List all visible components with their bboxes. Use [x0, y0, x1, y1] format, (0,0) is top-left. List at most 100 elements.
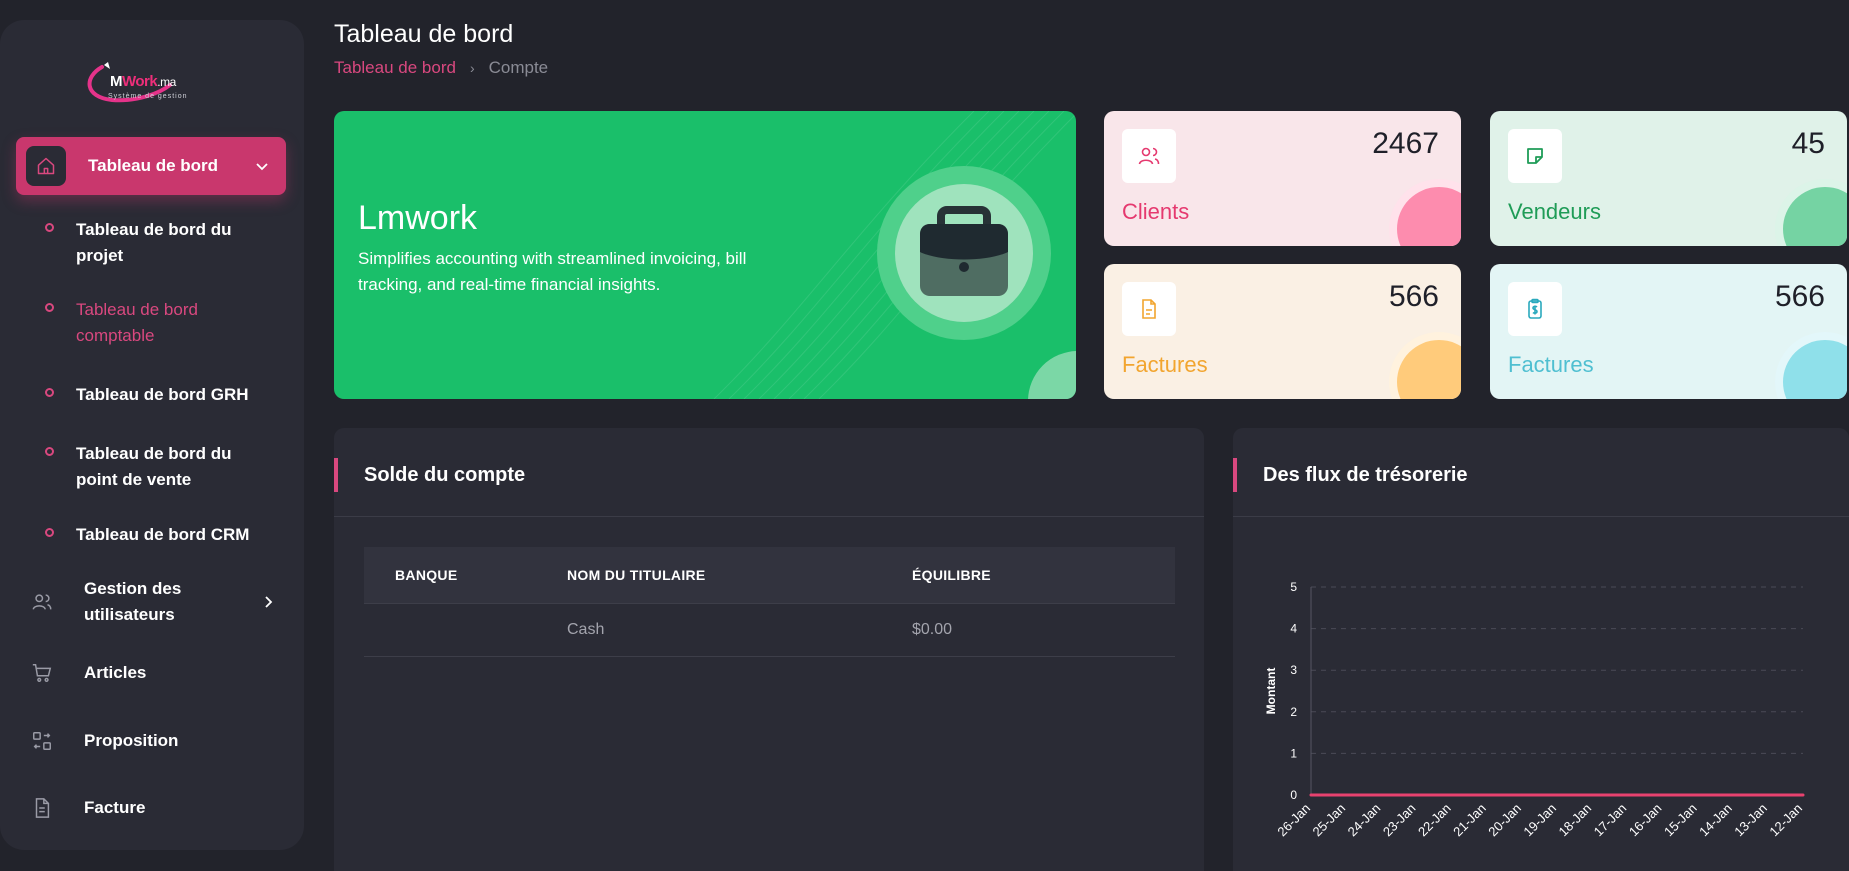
data-point [1379, 793, 1383, 797]
stat-card-vendeurs[interactable]: 45 Vendeurs [1490, 111, 1847, 246]
sidebar-item-proposition[interactable]: Proposition [30, 728, 280, 754]
clipboard-dollar-icon [1508, 282, 1562, 336]
data-point [1590, 793, 1594, 797]
data-point [1801, 793, 1805, 797]
column-header[interactable]: NOM DU TITULAIRE [567, 567, 912, 583]
table-header: BANQUE NOM DU TITULAIRE ÉQUILIBRE [364, 547, 1175, 603]
x-tick-label: 24-Jan [1345, 801, 1384, 840]
y-axis-label: Montant [1264, 668, 1278, 715]
x-tick-label: 22-Jan [1415, 801, 1454, 840]
x-tick-label: 26-Jan [1274, 801, 1313, 840]
data-point [1344, 793, 1348, 797]
x-tick-label: 19-Jan [1520, 801, 1559, 840]
bullet-icon [45, 223, 54, 232]
data-point [1696, 793, 1700, 797]
sidebar-item-users[interactable]: Gestion des utilisateurs [30, 576, 280, 628]
sidebar-subitem-hr[interactable]: Tableau de bord GRH [45, 382, 265, 408]
stat-label: Vendeurs [1508, 199, 1601, 224]
data-point [1660, 793, 1664, 797]
sidebar-subitem-pos[interactable]: Tableau de bord du point de vente [45, 441, 265, 493]
breadcrumb-root-link[interactable]: Tableau de bord [334, 58, 456, 78]
breadcrumb-current: Compte [488, 58, 549, 77]
stat-label: Factures [1122, 352, 1208, 377]
column-header[interactable]: ÉQUILIBRE [912, 567, 1175, 583]
stat-label: Clients [1122, 199, 1190, 224]
stat-blob-decoration [1389, 179, 1461, 246]
stat-value: 45 [1791, 127, 1825, 160]
logo-text: MWork.ma [110, 73, 176, 90]
table-cell: Cash [567, 621, 605, 638]
y-tick-label: 2 [1290, 705, 1297, 719]
stat-blob-decoration [1775, 332, 1847, 399]
x-tick-label: 15-Jan [1661, 801, 1700, 840]
x-tick-label: 12-Jan [1766, 801, 1805, 840]
x-tick-label: 13-Jan [1731, 801, 1770, 840]
chevron-right-icon [265, 596, 273, 608]
stat-card-factures[interactable]: 566 Factures [1104, 264, 1461, 399]
chevron-down-icon [256, 163, 268, 171]
data-point [1625, 793, 1629, 797]
data-point [1414, 793, 1418, 797]
page-title: Tableau de bord [334, 20, 514, 48]
users-icon [1122, 129, 1176, 183]
sidebar-item-label: Gestion des utilisateurs [84, 579, 182, 624]
x-tick-label: 21-Jan [1450, 801, 1489, 840]
column-header[interactable]: BANQUE [364, 567, 567, 583]
exchange-icon [30, 729, 54, 753]
account-balance-panel: Solde du compte BANQUE NOM DU TITULAIRE … [334, 428, 1204, 871]
x-tick-label: 17-Jan [1591, 801, 1630, 840]
breadcrumb: Tableau de bord › Compte [334, 58, 548, 78]
divider [334, 516, 1204, 517]
bullet-icon [45, 528, 54, 537]
stat-label: Factures [1508, 352, 1594, 377]
sidebar-subitem-label: Tableau de bord du point de vente [76, 444, 232, 489]
bullet-icon [45, 388, 54, 397]
briefcase-icon [877, 166, 1051, 340]
stat-card-clients[interactable]: 2467 Clients [1104, 111, 1461, 246]
logo-tagline: Système de gestion [108, 93, 188, 100]
stat-card-factures-2[interactable]: 566 Factures [1490, 264, 1847, 399]
data-point [1309, 793, 1313, 797]
stat-value: 566 [1774, 280, 1825, 313]
sidebar-subitem-accounting[interactable]: Tableau de bord comptable [45, 297, 265, 349]
x-tick-label: 16-Jan [1626, 801, 1665, 840]
stat-value: 566 [1388, 280, 1439, 313]
breadcrumb-separator: › [469, 60, 475, 76]
y-tick-label: 0 [1290, 788, 1297, 802]
data-point [1450, 793, 1454, 797]
sidebar-item-label: Articles [84, 663, 147, 682]
sidebar-item-facture[interactable]: Facture [30, 795, 280, 821]
sidebar-subitem-label: Tableau de bord GRH [76, 385, 249, 404]
panel-title: Solde du compte [334, 458, 525, 492]
sidebar-subitem-label: Tableau de bord CRM [76, 525, 250, 544]
data-point [1520, 793, 1524, 797]
cart-icon [30, 661, 54, 685]
x-tick-label: 25-Jan [1310, 801, 1349, 840]
sidebar-item-dashboard[interactable]: Tableau de bord [16, 137, 286, 195]
stat-blob-decoration [1775, 179, 1847, 246]
hero-title: Lmwork [358, 199, 478, 237]
y-tick-label: 3 [1290, 663, 1297, 677]
table-row[interactable]: Cash $0.00 [364, 603, 1175, 657]
sidebar-subitem-crm[interactable]: Tableau de bord CRM [45, 522, 265, 548]
x-tick-label: 14-Jan [1696, 801, 1735, 840]
table-cell: $0.00 [912, 621, 953, 638]
sidebar: MWork.ma Système de gestion Tableau de b… [0, 20, 304, 850]
sidebar-item-articles[interactable]: Articles [30, 660, 280, 686]
sidebar-item-label: Proposition [84, 731, 179, 750]
data-point [1731, 793, 1735, 797]
brand-logo[interactable]: MWork.ma Système de gestion [82, 45, 202, 115]
sidebar-subitem-project[interactable]: Tableau de bord du projet [45, 217, 265, 269]
cashflow-panel: Des flux de trésorerie 0 1 2 3 4 5 26-Jan 25-Ja… [1233, 428, 1849, 871]
hero-description: Simplifies accounting with streamlined i… [358, 249, 747, 294]
sidebar-subitem-label: Tableau de bord du projet [76, 220, 232, 265]
balance-table: BANQUE NOM DU TITULAIRE ÉQUILIBRE Cash $… [364, 547, 1175, 657]
users-icon [30, 590, 54, 614]
hero-card: Lmwork Simplifies accounting with stream… [334, 111, 1076, 399]
data-point [1485, 793, 1489, 797]
bullet-icon [45, 303, 54, 312]
cashflow-chart: 0 1 2 3 4 5 26-Jan25-Jan24-Jan23-Jan22-Jan21-J… [1264, 580, 1805, 840]
stat-value: 2467 [1372, 127, 1439, 160]
stat-blob-decoration [1389, 332, 1461, 399]
y-tick-label: 1 [1290, 746, 1297, 760]
